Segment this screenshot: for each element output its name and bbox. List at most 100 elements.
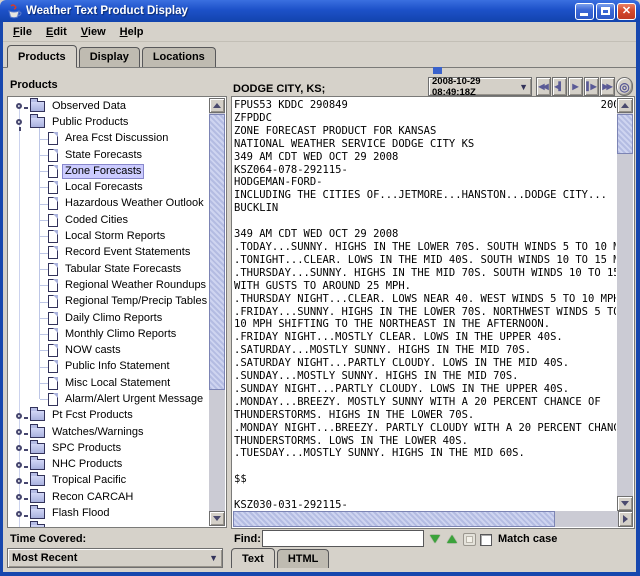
- document-icon: [48, 197, 58, 210]
- step-forward-button[interactable]: ▍▶: [584, 77, 599, 96]
- tab-html-view[interactable]: HTML: [277, 549, 330, 568]
- menu-help[interactable]: Help: [113, 24, 151, 40]
- tree-vertical-scrollbar[interactable]: [209, 98, 225, 526]
- highlight-all-button[interactable]: [462, 532, 476, 546]
- tree-item-state-forecasts[interactable]: State Forecasts: [9, 147, 209, 163]
- datetime-value: 2008-10-29 08:49:18Z: [432, 76, 519, 98]
- document-icon: [48, 312, 58, 325]
- expand-handle-icon[interactable]: [15, 426, 27, 438]
- green-up-arrow-icon: [447, 535, 457, 543]
- find-previous-button[interactable]: [445, 532, 459, 546]
- tab-text-view[interactable]: Text: [231, 548, 275, 568]
- arrow-up-icon: [213, 103, 221, 108]
- tree-item-local-storm-reports[interactable]: Local Storm Reports: [9, 228, 209, 244]
- expand-handle-icon[interactable]: [15, 508, 27, 520]
- main-tab-strip: Products Display Locations: [3, 44, 636, 68]
- scroll-up-button[interactable]: [617, 98, 633, 113]
- menu-view[interactable]: View: [74, 24, 113, 40]
- expand-handle-icon[interactable]: [15, 524, 27, 527]
- text-hscrollbar-thumb[interactable]: [233, 511, 555, 527]
- fast-forward-button[interactable]: ▶▶: [600, 77, 615, 96]
- play-button[interactable]: ▶: [568, 77, 583, 96]
- tree-item-misc-local-statement[interactable]: Misc Local Statement: [9, 375, 209, 391]
- expand-handle-icon[interactable]: [15, 459, 27, 471]
- scroll-down-button[interactable]: [209, 511, 225, 526]
- tab-products[interactable]: Products: [7, 45, 77, 68]
- progress-indicator: [433, 67, 442, 74]
- tree-item-public-info-statement[interactable]: Public Info Statement: [9, 359, 209, 375]
- tree-item-flash-flood[interactable]: Flash Flood: [9, 505, 209, 521]
- tree-item-alarm-alert-urgent-message[interactable]: Alarm/Alert Urgent Message: [9, 391, 209, 407]
- time-covered-combobox[interactable]: Most Recent ▼: [7, 548, 223, 568]
- tree-item-nhc-products[interactable]: NHC Products: [9, 457, 209, 473]
- match-case-checkbox[interactable]: [480, 534, 492, 546]
- menu-bar: File Edit View Help: [3, 23, 636, 42]
- menu-edit[interactable]: Edit: [39, 24, 74, 40]
- tree-item-recon-carcah[interactable]: Recon CARCAH: [9, 489, 209, 505]
- product-text-viewer: FPUS53 KDDC 290849 2008-10-29 08:49:18Z …: [231, 96, 635, 529]
- tree-item-watches-warnings[interactable]: Watches/Warnings: [9, 424, 209, 440]
- tree-item-zone-forecasts-selected[interactable]: Zone Forecasts: [9, 163, 209, 179]
- products-tree: Observed Data Public Products Area Fcst …: [7, 96, 227, 528]
- tree-rows: Observed Data Public Products Area Fcst …: [9, 98, 209, 527]
- document-icon: [48, 344, 58, 357]
- arrow-up-icon: [621, 103, 629, 108]
- tree-item-regional-weather-roundups[interactable]: Regional Weather Roundups: [9, 277, 209, 293]
- find-next-button[interactable]: [428, 532, 442, 546]
- view-tab-strip: Text HTML: [231, 547, 331, 568]
- scroll-up-button[interactable]: [209, 98, 225, 113]
- tree-item-monthly-climo-reports[interactable]: Monthly Climo Reports: [9, 326, 209, 342]
- window-title: Weather Text Product Display: [26, 5, 573, 17]
- chevron-down-icon: ▼: [519, 82, 528, 92]
- expand-handle-icon[interactable]: [15, 475, 27, 487]
- tree-item-hazardous-weather-outlook[interactable]: Hazardous Weather Outlook: [9, 196, 209, 212]
- maximize-button[interactable]: [596, 3, 615, 20]
- tree-item-coded-cities[interactable]: Coded Cities: [9, 212, 209, 228]
- tree-item-public-products[interactable]: Public Products: [9, 114, 209, 130]
- highlight-icon: [463, 533, 476, 546]
- tree-item-now-casts[interactable]: NOW casts: [9, 342, 209, 358]
- folder-icon: [30, 475, 45, 486]
- text-horizontal-scrollbar[interactable]: [233, 511, 633, 527]
- latest-time-button[interactable]: ◎: [616, 77, 633, 96]
- window-border-right: [636, 22, 640, 576]
- tree-item-observed-data[interactable]: Observed Data: [9, 98, 209, 114]
- tree-item-spc-products[interactable]: SPC Products: [9, 440, 209, 456]
- menu-file[interactable]: File: [6, 24, 39, 40]
- product-text[interactable]: FPUS53 KDDC 290849 2008-10-29 08:49:18Z …: [234, 99, 616, 511]
- expand-handle-icon[interactable]: [15, 100, 27, 112]
- find-input[interactable]: [262, 530, 424, 547]
- minimize-button[interactable]: [575, 3, 594, 20]
- tree-item-record-event-statements[interactable]: Record Event Statements: [9, 245, 209, 261]
- close-button[interactable]: ✕: [617, 3, 636, 20]
- tab-display[interactable]: Display: [79, 47, 140, 67]
- tree-item-partial[interactable]: [9, 522, 209, 527]
- tree-item-pt-fcst-products[interactable]: Pt Fcst Products: [9, 408, 209, 424]
- datetime-combobox[interactable]: 2008-10-29 08:49:18Z ▼: [428, 77, 532, 96]
- expand-handle-icon[interactable]: [15, 491, 27, 503]
- document-icon: [48, 149, 58, 162]
- document-icon: [48, 230, 58, 243]
- match-case-label: Match case: [498, 533, 557, 545]
- tree-scrollbar-thumb[interactable]: [209, 114, 225, 390]
- document-icon: [48, 295, 58, 308]
- time-navigation-toolbar: ◀◀ ◀▍ ▶ ▍▶ ▶▶ ◎: [536, 77, 633, 96]
- collapse-handle-icon[interactable]: [15, 116, 27, 128]
- fast-rewind-button[interactable]: ◀◀: [536, 77, 551, 96]
- expand-handle-icon[interactable]: [15, 442, 27, 454]
- text-vertical-scrollbar[interactable]: [617, 98, 633, 511]
- text-vscrollbar-thumb[interactable]: [617, 114, 633, 154]
- tree-item-tabular-state-forecasts[interactable]: Tabular State Forecasts: [9, 261, 209, 277]
- tree-item-daily-climo-reports[interactable]: Daily Climo Reports: [9, 310, 209, 326]
- tree-item-regional-temp-precip-tables[interactable]: Regional Temp/Precip Tables: [9, 294, 209, 310]
- expand-handle-icon[interactable]: [15, 410, 27, 422]
- tab-locations[interactable]: Locations: [142, 47, 216, 67]
- tree-item-area-fcst-discussion[interactable]: Area Fcst Discussion: [9, 131, 209, 147]
- scroll-down-button[interactable]: [617, 496, 633, 511]
- scroll-right-button[interactable]: [618, 511, 633, 527]
- tree-item-tropical-pacific[interactable]: Tropical Pacific: [9, 473, 209, 489]
- tree-item-local-forecasts[interactable]: Local Forecasts: [9, 179, 209, 195]
- folder-icon: [30, 492, 45, 503]
- step-back-button[interactable]: ◀▍: [552, 77, 567, 96]
- arrow-down-icon: [621, 501, 629, 506]
